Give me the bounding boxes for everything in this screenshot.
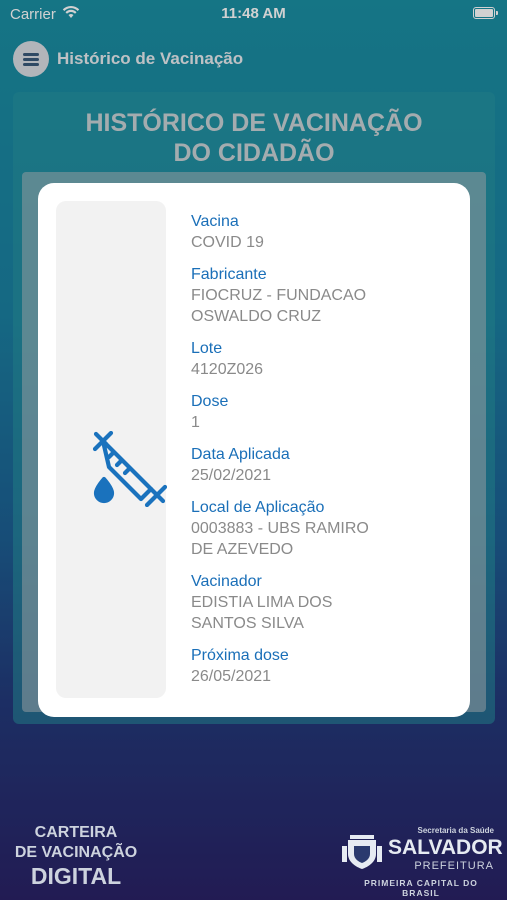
field-value: 4120Z026 [191,361,264,378]
field-value: DE AZEVEDO [191,541,294,558]
logo-prefeitura-text: PREFEITURA [414,860,494,872]
field-value: FIOCRUZ - FUNDACAO [191,287,367,304]
field-value: SANTOS SILVA [191,615,304,632]
field-value: COVID 19 [191,234,264,251]
app-name-line3: DIGITAL [30,863,122,889]
app-name-line1: CARTEIRA [34,824,118,841]
field-label: Vacina [191,213,239,230]
field-label: Vacinador [191,573,262,590]
field-value: 0003883 - UBS RAMIRO [191,520,369,537]
prefeitura-logo: Secretaria da Saúde SALVADOR PREFEITURA … [340,826,503,898]
logo-secretaria-text: Secretaria da Saúde [417,826,494,835]
logo-capital-text: PRIMEIRA CAPITAL DO BRASIL [364,878,478,898]
detail-field: Lote 4120Z026 [191,338,451,380]
field-label: Dose [191,393,229,410]
vaccine-icon-box [56,201,167,698]
field-label: Local de Aplicação [191,499,325,516]
field-value: 26/05/2021 [191,668,272,685]
field-value: 1 [191,414,200,431]
app-name-line2: DE VACINAÇÃO [14,844,138,861]
field-value: OSWALDO CRUZ [191,308,322,325]
field-label: Lote [191,340,223,357]
field-label: Próxima dose [191,647,289,664]
detail-field: Data Aplicada 25/02/2021 [191,444,451,486]
city-emblem-icon [342,835,382,869]
field-label: Data Aplicada [191,446,290,463]
detail-field: Dose 1 [191,391,451,433]
detail-field: Fabricante FIOCRUZ - FUNDACAO OSWALDO CRUZ [191,264,451,327]
detail-field: Vacinador EDISTIA LIMA DOS SANTOS SILVA [191,571,451,634]
field-value: 25/02/2021 [191,467,272,484]
app-logo-text: CARTEIRA DE VACINAÇÃO DIGITAL [8,823,144,890]
vaccine-detail-modal: Vacina COVID 19 Fabricante FIOCRUZ - FUNDAC… [38,183,470,717]
logo-salvador-text: SALVADOR [388,836,503,859]
field-label: Fabricante [191,266,267,283]
syringe-icon [92,431,167,507]
detail-field: Próxima dose 26/05/2021 [191,645,451,687]
field-value: EDISTIA LIMA DOS [191,594,333,611]
detail-field: Vacina COVID 19 [191,211,451,253]
detail-field: Local de Aplicação 0003883 - UBS RAMIRO DE… [191,497,451,560]
vaccine-detail-fields: Vacina COVID 19 Fabricante FIOCRUZ - FUNDAC… [191,211,451,698]
